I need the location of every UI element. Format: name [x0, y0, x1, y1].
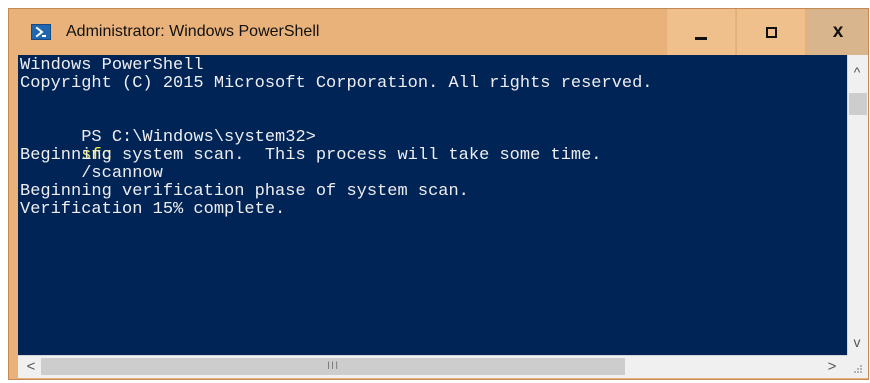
console-prompt: PS C:\Windows\system32> — [81, 128, 316, 147]
horizontal-scrollbar[interactable]: < III > — [18, 355, 847, 378]
vertical-scroll-thumb[interactable] — [849, 93, 867, 115]
vertical-scrollbar[interactable]: ^ v — [847, 55, 868, 355]
console-verification-progress-line: Verification 15% complete. — [20, 200, 286, 219]
powershell-window: Administrator: Windows PowerShell x Wind… — [8, 8, 869, 380]
horizontal-scroll-thumb[interactable]: III — [41, 358, 625, 375]
scroll-left-icon[interactable]: < — [24, 359, 38, 374]
console-output[interactable]: Windows PowerShell Copyright (C) 2015 Mi… — [18, 55, 847, 355]
window-title: Administrator: Windows PowerShell — [66, 23, 320, 40]
maximize-icon — [766, 27, 777, 38]
minimize-button[interactable] — [666, 9, 735, 55]
console-scan-begin-line: Beginning system scan. This process will… — [20, 146, 602, 165]
close-button[interactable]: x — [806, 9, 868, 55]
scroll-down-icon[interactable]: v — [851, 335, 863, 349]
close-icon: x — [832, 21, 844, 42]
console-copyright-line: Copyright (C) 2015 Microsoft Corporation… — [20, 74, 653, 93]
resize-grip[interactable] — [847, 355, 868, 378]
minimize-icon — [695, 37, 707, 40]
console-command-args: /scannow — [81, 164, 163, 183]
console-header-line: Windows PowerShell — [20, 56, 204, 75]
scroll-right-icon[interactable]: > — [825, 359, 839, 374]
console-verification-begin-line: Beginning verification phase of system s… — [20, 182, 469, 201]
powershell-icon — [31, 24, 51, 40]
scroll-grip-icon: III — [327, 360, 340, 372]
maximize-button[interactable] — [736, 9, 805, 55]
scroll-up-icon[interactable]: ^ — [851, 65, 863, 79]
title-bar[interactable]: Administrator: Windows PowerShell x — [9, 9, 868, 55]
